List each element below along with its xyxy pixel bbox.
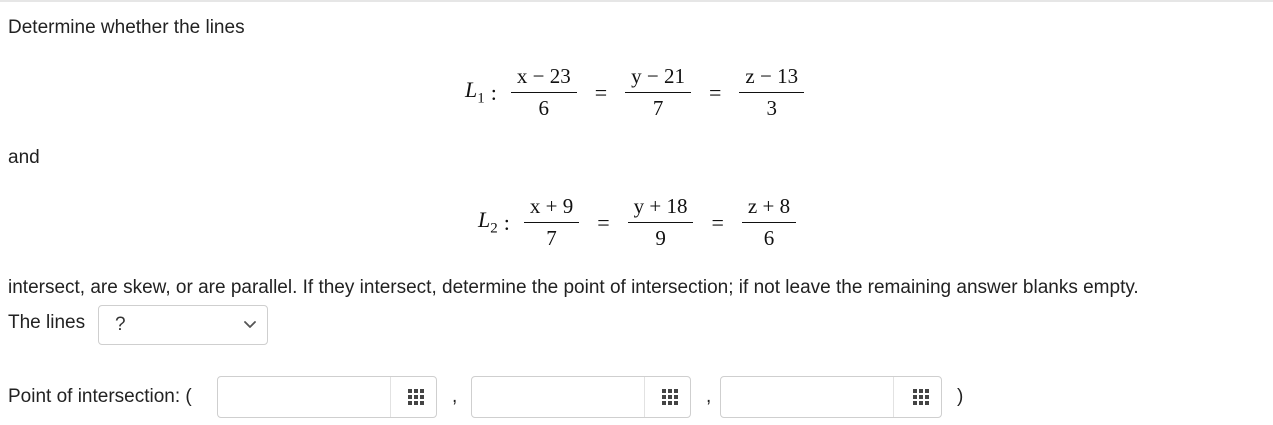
close-paren: ) bbox=[957, 386, 964, 407]
point-label: Point of intersection: ( bbox=[8, 386, 192, 407]
line2-colon: : bbox=[503, 209, 510, 235]
grid-icon[interactable] bbox=[660, 387, 680, 407]
equals-sign: = bbox=[597, 209, 610, 235]
line1-z-numerator: z − 13 bbox=[739, 64, 805, 93]
line2-y-numerator: y + 18 bbox=[627, 194, 694, 223]
line1-x-fraction: x − 23 6 bbox=[510, 64, 577, 121]
intersection-y-field bbox=[471, 376, 691, 418]
line1-y-denominator: 7 bbox=[652, 96, 664, 120]
field-divider bbox=[390, 377, 391, 417]
line2-z-denominator: 6 bbox=[763, 226, 775, 250]
question-body: intersect, are skew, or are parallel. If… bbox=[8, 277, 1139, 298]
line2-y-denominator: 9 bbox=[655, 226, 666, 250]
grid-icon[interactable] bbox=[911, 387, 931, 407]
separator-comma: , bbox=[706, 386, 712, 407]
line2-x-denominator: 7 bbox=[546, 226, 557, 250]
intersection-x-input[interactable] bbox=[218, 377, 390, 417]
line1-y-numerator: y − 21 bbox=[625, 64, 691, 93]
lines-relation-dropdown[interactable]: ? bbox=[98, 305, 268, 345]
equals-sign: = bbox=[711, 209, 724, 235]
intersection-x-field bbox=[217, 376, 437, 418]
dropdown-selected-value: ? bbox=[115, 314, 126, 335]
intersection-z-field bbox=[720, 376, 942, 418]
line1-y-fraction: y − 21 7 bbox=[625, 64, 691, 121]
line2-y-fraction: y + 18 9 bbox=[627, 194, 694, 251]
intersection-z-input[interactable] bbox=[721, 377, 893, 417]
grid-icon[interactable] bbox=[406, 387, 426, 407]
top-border bbox=[0, 0, 1273, 2]
line1-x-denominator: 6 bbox=[538, 96, 550, 120]
line1-z-denominator: 3 bbox=[766, 96, 777, 120]
field-divider bbox=[893, 377, 894, 417]
line2-z-fraction: z + 8 6 bbox=[741, 194, 797, 251]
line2-equation: L2 : x + 9 7 = y + 18 9 = z + 8 6 bbox=[478, 194, 800, 251]
and-text: and bbox=[8, 147, 40, 168]
line2-name: L2 bbox=[478, 207, 498, 237]
line1-x-numerator: x − 23 bbox=[510, 64, 577, 93]
equals-sign: = bbox=[594, 79, 608, 105]
intersection-y-input[interactable] bbox=[472, 377, 644, 417]
equals-sign: = bbox=[708, 79, 722, 105]
line2-x-fraction: x + 9 7 bbox=[523, 194, 580, 251]
line1-name: L1 bbox=[465, 77, 485, 107]
chevron-down-icon bbox=[244, 321, 256, 328]
separator-comma: , bbox=[452, 386, 458, 407]
line1-equation: L1 : x − 23 6 = y − 21 7 = z − 13 3 bbox=[465, 64, 808, 121]
intro-text: Determine whether the lines bbox=[8, 17, 245, 38]
line2-z-numerator: z + 8 bbox=[741, 194, 797, 223]
line1-colon: : bbox=[490, 79, 497, 105]
line2-x-numerator: x + 9 bbox=[523, 194, 580, 223]
lines-label: The lines bbox=[8, 312, 86, 333]
field-divider bbox=[644, 377, 645, 417]
line1-z-fraction: z − 13 3 bbox=[739, 64, 805, 121]
